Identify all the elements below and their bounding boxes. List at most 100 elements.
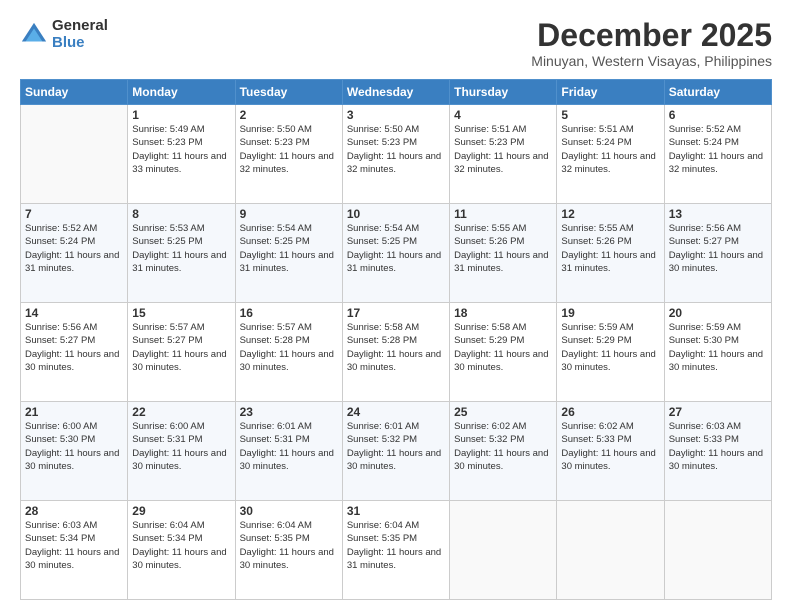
day-number: 29 [132, 504, 230, 518]
day-info: Sunrise: 5:51 AMSunset: 5:23 PMDaylight:… [454, 124, 548, 175]
table-row: 2 Sunrise: 5:50 AMSunset: 5:23 PMDayligh… [235, 105, 342, 204]
day-info: Sunrise: 6:04 AMSunset: 5:35 PMDaylight:… [240, 520, 334, 571]
logo: General Blue [20, 18, 108, 51]
week-row-1: 7 Sunrise: 5:52 AMSunset: 5:24 PMDayligh… [21, 204, 772, 303]
table-row [21, 105, 128, 204]
day-number: 18 [454, 306, 552, 320]
calendar-table: Sunday Monday Tuesday Wednesday Thursday… [20, 79, 772, 600]
day-info: Sunrise: 5:50 AMSunset: 5:23 PMDaylight:… [347, 124, 441, 175]
table-row: 31 Sunrise: 6:04 AMSunset: 5:35 PMDaylig… [342, 501, 449, 600]
day-info: Sunrise: 5:54 AMSunset: 5:25 PMDaylight:… [240, 223, 334, 274]
day-number: 15 [132, 306, 230, 320]
day-number: 3 [347, 108, 445, 122]
table-row [557, 501, 664, 600]
day-number: 26 [561, 405, 659, 419]
table-row: 19 Sunrise: 5:59 AMSunset: 5:29 PMDaylig… [557, 303, 664, 402]
table-row: 23 Sunrise: 6:01 AMSunset: 5:31 PMDaylig… [235, 402, 342, 501]
day-number: 12 [561, 207, 659, 221]
table-row: 5 Sunrise: 5:51 AMSunset: 5:24 PMDayligh… [557, 105, 664, 204]
table-row: 9 Sunrise: 5:54 AMSunset: 5:25 PMDayligh… [235, 204, 342, 303]
location-title: Minuyan, Western Visayas, Philippines [531, 53, 772, 69]
month-title: December 2025 [531, 18, 772, 53]
day-number: 8 [132, 207, 230, 221]
day-info: Sunrise: 6:02 AMSunset: 5:33 PMDaylight:… [561, 421, 655, 472]
col-friday: Friday [557, 80, 664, 105]
table-row: 25 Sunrise: 6:02 AMSunset: 5:32 PMDaylig… [450, 402, 557, 501]
table-row: 3 Sunrise: 5:50 AMSunset: 5:23 PMDayligh… [342, 105, 449, 204]
day-info: Sunrise: 6:03 AMSunset: 5:34 PMDaylight:… [25, 520, 119, 571]
table-row: 11 Sunrise: 5:55 AMSunset: 5:26 PMDaylig… [450, 204, 557, 303]
day-number: 7 [25, 207, 123, 221]
day-info: Sunrise: 5:55 AMSunset: 5:26 PMDaylight:… [561, 223, 655, 274]
day-info: Sunrise: 5:54 AMSunset: 5:25 PMDaylight:… [347, 223, 441, 274]
table-row: 1 Sunrise: 5:49 AMSunset: 5:23 PMDayligh… [128, 105, 235, 204]
day-info: Sunrise: 5:59 AMSunset: 5:30 PMDaylight:… [669, 322, 763, 373]
table-row: 8 Sunrise: 5:53 AMSunset: 5:25 PMDayligh… [128, 204, 235, 303]
table-row: 22 Sunrise: 6:00 AMSunset: 5:31 PMDaylig… [128, 402, 235, 501]
table-row: 30 Sunrise: 6:04 AMSunset: 5:35 PMDaylig… [235, 501, 342, 600]
day-info: Sunrise: 5:51 AMSunset: 5:24 PMDaylight:… [561, 124, 655, 175]
day-number: 6 [669, 108, 767, 122]
day-info: Sunrise: 6:00 AMSunset: 5:30 PMDaylight:… [25, 421, 119, 472]
day-number: 4 [454, 108, 552, 122]
day-number: 11 [454, 207, 552, 221]
table-row: 16 Sunrise: 5:57 AMSunset: 5:28 PMDaylig… [235, 303, 342, 402]
col-wednesday: Wednesday [342, 80, 449, 105]
table-row: 26 Sunrise: 6:02 AMSunset: 5:33 PMDaylig… [557, 402, 664, 501]
day-info: Sunrise: 5:53 AMSunset: 5:25 PMDaylight:… [132, 223, 226, 274]
day-number: 5 [561, 108, 659, 122]
day-info: Sunrise: 5:55 AMSunset: 5:26 PMDaylight:… [454, 223, 548, 274]
day-info: Sunrise: 5:50 AMSunset: 5:23 PMDaylight:… [240, 124, 334, 175]
day-number: 14 [25, 306, 123, 320]
col-tuesday: Tuesday [235, 80, 342, 105]
logo-blue-text: Blue [52, 35, 108, 52]
day-info: Sunrise: 6:04 AMSunset: 5:35 PMDaylight:… [347, 520, 441, 571]
day-info: Sunrise: 5:49 AMSunset: 5:23 PMDaylight:… [132, 124, 226, 175]
table-row [450, 501, 557, 600]
day-number: 17 [347, 306, 445, 320]
day-number: 27 [669, 405, 767, 419]
day-number: 1 [132, 108, 230, 122]
day-info: Sunrise: 5:52 AMSunset: 5:24 PMDaylight:… [25, 223, 119, 274]
table-row: 7 Sunrise: 5:52 AMSunset: 5:24 PMDayligh… [21, 204, 128, 303]
table-row: 27 Sunrise: 6:03 AMSunset: 5:33 PMDaylig… [664, 402, 771, 501]
table-row [664, 501, 771, 600]
day-number: 31 [347, 504, 445, 518]
table-row: 17 Sunrise: 5:58 AMSunset: 5:28 PMDaylig… [342, 303, 449, 402]
logo-icon [20, 21, 48, 49]
day-number: 10 [347, 207, 445, 221]
day-info: Sunrise: 5:57 AMSunset: 5:27 PMDaylight:… [132, 322, 226, 373]
day-info: Sunrise: 5:56 AMSunset: 5:27 PMDaylight:… [669, 223, 763, 274]
table-row: 6 Sunrise: 5:52 AMSunset: 5:24 PMDayligh… [664, 105, 771, 204]
day-info: Sunrise: 5:57 AMSunset: 5:28 PMDaylight:… [240, 322, 334, 373]
table-row: 21 Sunrise: 6:00 AMSunset: 5:30 PMDaylig… [21, 402, 128, 501]
header: General Blue December 2025 Minuyan, West… [20, 18, 772, 69]
col-monday: Monday [128, 80, 235, 105]
table-row: 15 Sunrise: 5:57 AMSunset: 5:27 PMDaylig… [128, 303, 235, 402]
day-info: Sunrise: 6:00 AMSunset: 5:31 PMDaylight:… [132, 421, 226, 472]
day-number: 13 [669, 207, 767, 221]
table-row: 13 Sunrise: 5:56 AMSunset: 5:27 PMDaylig… [664, 204, 771, 303]
week-row-4: 28 Sunrise: 6:03 AMSunset: 5:34 PMDaylig… [21, 501, 772, 600]
day-number: 16 [240, 306, 338, 320]
day-number: 2 [240, 108, 338, 122]
table-row: 14 Sunrise: 5:56 AMSunset: 5:27 PMDaylig… [21, 303, 128, 402]
day-info: Sunrise: 6:03 AMSunset: 5:33 PMDaylight:… [669, 421, 763, 472]
logo-text: General Blue [52, 18, 108, 51]
calendar-header-row: Sunday Monday Tuesday Wednesday Thursday… [21, 80, 772, 105]
day-number: 9 [240, 207, 338, 221]
day-info: Sunrise: 5:59 AMSunset: 5:29 PMDaylight:… [561, 322, 655, 373]
title-section: December 2025 Minuyan, Western Visayas, … [531, 18, 772, 69]
page: General Blue December 2025 Minuyan, West… [0, 0, 792, 612]
day-info: Sunrise: 6:04 AMSunset: 5:34 PMDaylight:… [132, 520, 226, 571]
day-info: Sunrise: 6:01 AMSunset: 5:31 PMDaylight:… [240, 421, 334, 472]
day-number: 23 [240, 405, 338, 419]
day-number: 22 [132, 405, 230, 419]
day-info: Sunrise: 5:58 AMSunset: 5:28 PMDaylight:… [347, 322, 441, 373]
day-number: 20 [669, 306, 767, 320]
table-row: 18 Sunrise: 5:58 AMSunset: 5:29 PMDaylig… [450, 303, 557, 402]
day-number: 28 [25, 504, 123, 518]
col-sunday: Sunday [21, 80, 128, 105]
week-row-3: 21 Sunrise: 6:00 AMSunset: 5:30 PMDaylig… [21, 402, 772, 501]
day-info: Sunrise: 6:01 AMSunset: 5:32 PMDaylight:… [347, 421, 441, 472]
